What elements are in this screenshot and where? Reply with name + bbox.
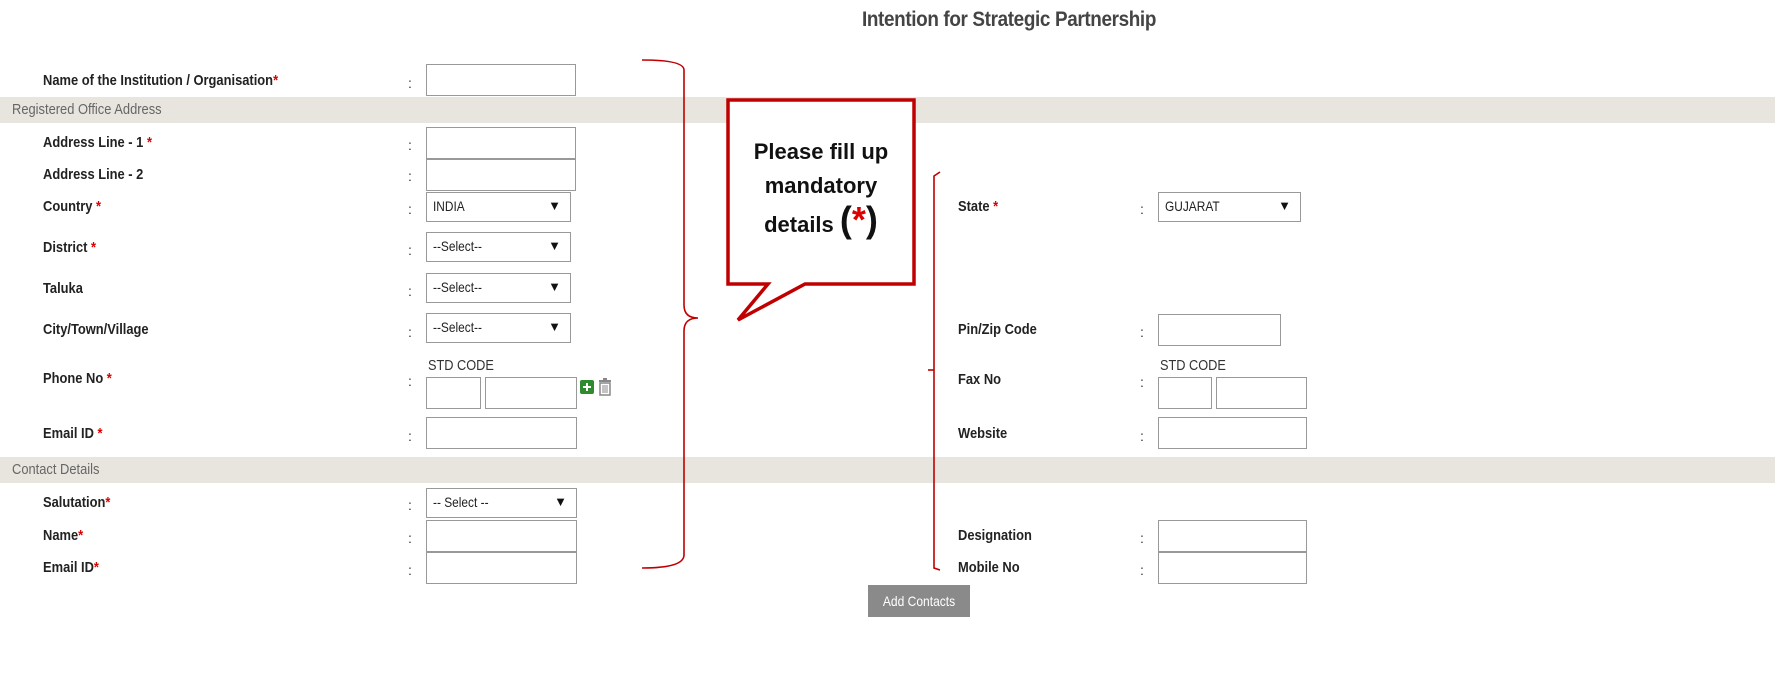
callout-line1: Please fill up (753, 139, 889, 164)
callout-line2: mandatory (764, 173, 878, 198)
annotation-overlay (641, 59, 941, 571)
right-brace (933, 171, 941, 571)
callout-text: Please fill up mandatory details (*) (731, 135, 911, 242)
callout-line3: details (*) (764, 199, 878, 240)
left-brace (641, 59, 699, 569)
